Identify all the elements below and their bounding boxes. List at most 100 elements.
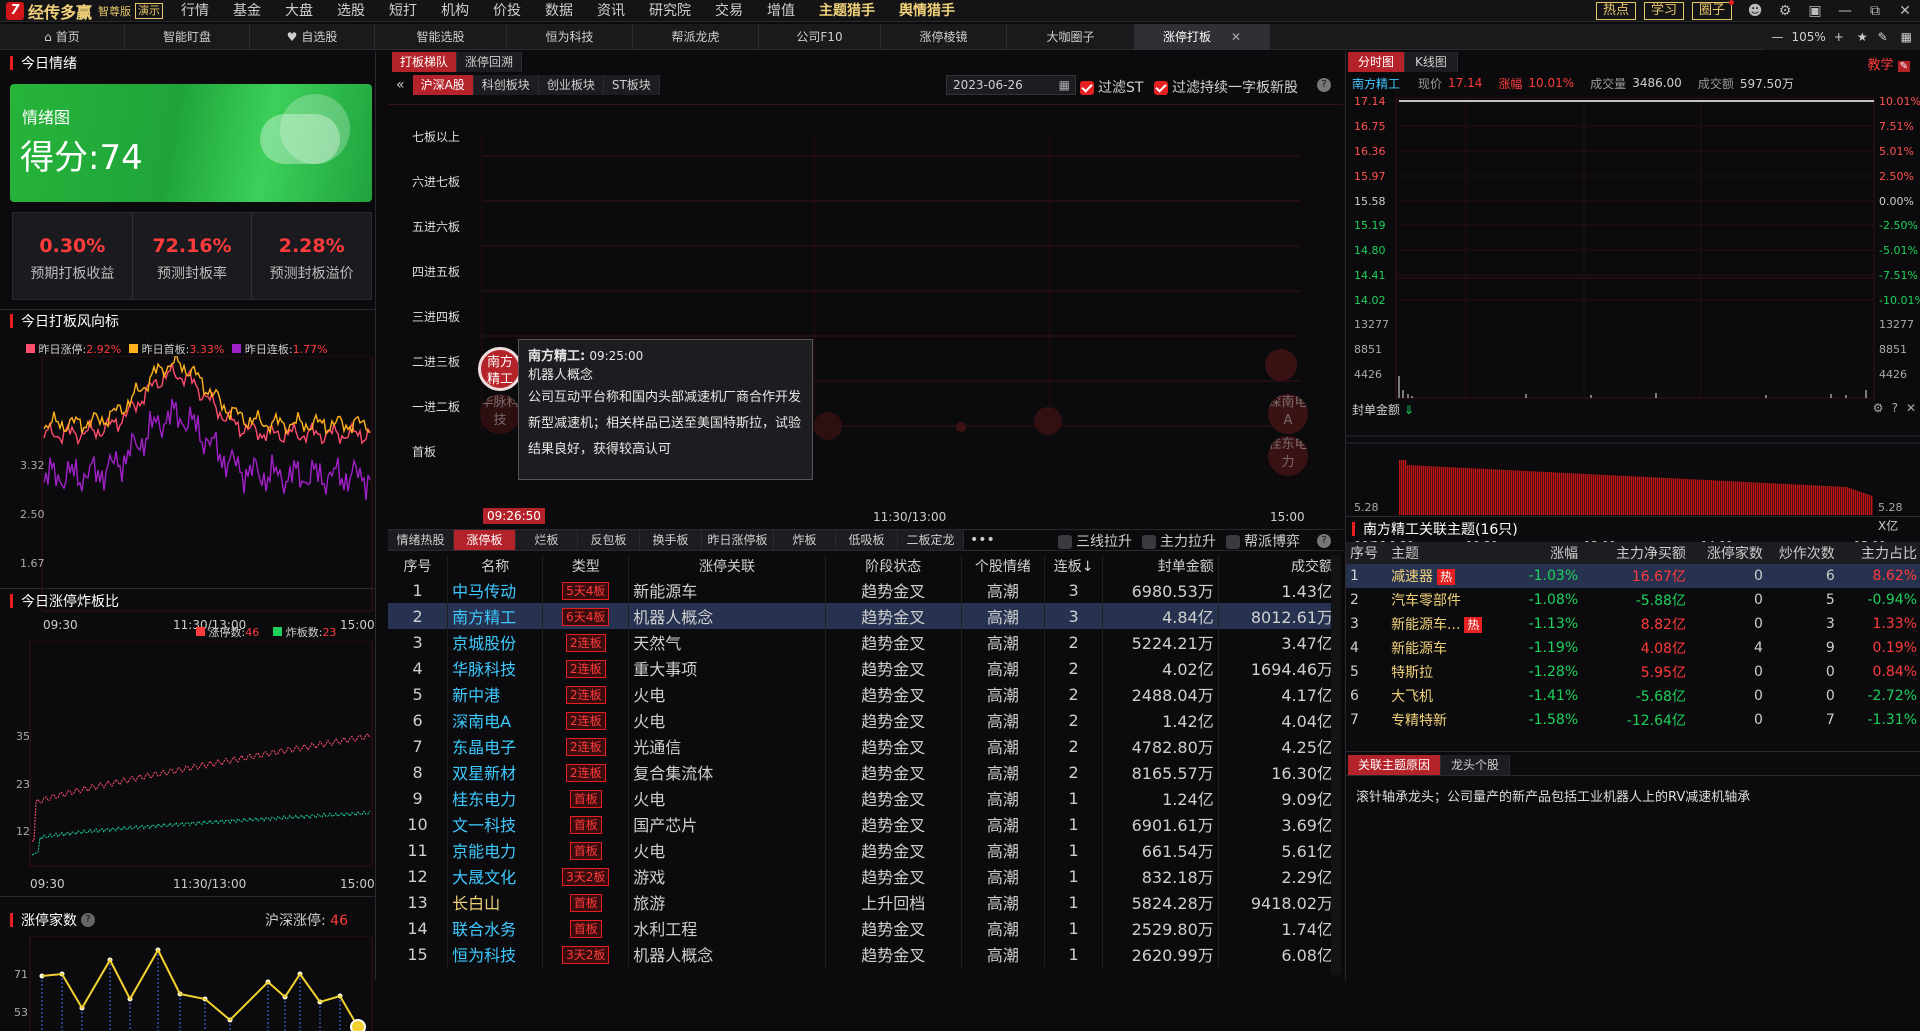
gear-icon[interactable]: ⚙	[1873, 401, 1884, 415]
menu-item[interactable]: 大盘	[273, 0, 325, 22]
tab-theme-reason[interactable]: 关联主题原因	[1348, 755, 1442, 775]
circle-button[interactable]: 圈子	[1691, 0, 1734, 20]
theme-row[interactable]: 7 专精特新 -1.58% -12.64亿 0 7 -1.31%	[1346, 708, 1920, 732]
nav-tab[interactable]: ⌂ 首页	[0, 24, 125, 50]
table-header[interactable]: 成交额	[1218, 555, 1339, 577]
menu-item[interactable]: 舆情猎手	[887, 0, 967, 22]
table-header[interactable]: 涨停关联	[628, 555, 826, 577]
market-tab-hs[interactable]: 沪深A股	[412, 75, 474, 95]
table-row[interactable]: 6 深南电A 2连板 火电 趋势金叉 高潮 2 1.42亿 4.04亿	[388, 707, 1339, 733]
tab-intraday[interactable]: 分时图	[1348, 52, 1406, 72]
list-filter-checkbox[interactable]: 主力拉升	[1142, 531, 1216, 551]
help-icon[interactable]: ?	[81, 913, 95, 927]
ladder-bubble-nanfang[interactable]: 南方精工	[478, 347, 522, 391]
menu-item[interactable]: 选股	[325, 0, 377, 22]
list-tab[interactable]: 昨日涨停板	[702, 530, 774, 550]
window-layout-icon[interactable]: ▣	[1800, 3, 1830, 19]
list-tab[interactable]: 烂板	[516, 530, 578, 550]
table-row[interactable]: 1 中马传动 5天4板 新能源车 趋势金叉 高潮 3 6980.53万 1.43亿	[388, 577, 1339, 603]
tab-leader-stock[interactable]: 龙头个股	[1441, 755, 1511, 775]
menu-item[interactable]: 价投	[481, 0, 533, 22]
menu-item[interactable]: 资讯	[585, 0, 637, 22]
menu-item[interactable]: 数据	[533, 0, 585, 22]
theme-header[interactable]: 主力占比	[1839, 542, 1920, 564]
nav-tab[interactable]: 涨停打板 ✕	[1135, 24, 1270, 50]
nav-tab[interactable]: 涨停棱镜	[881, 24, 1007, 50]
theme-row[interactable]: 5 特斯拉 -1.28% 5.95亿 0 0 0.84%	[1346, 660, 1920, 684]
theme-row[interactable]: 6 大飞机 -1.41% -5.68亿 0 0 -2.72%	[1346, 684, 1920, 708]
menu-item[interactable]: 主题猎手	[807, 0, 887, 22]
nav-tab[interactable]: 大咖圈子	[1007, 24, 1135, 50]
help-icon[interactable]: ?	[1317, 534, 1331, 548]
list-tab[interactable]: 反包板	[578, 530, 640, 550]
table-row[interactable]: 13 长白山 首板 旅游 上升回档 高潮 1 5824.28万 9418.02万	[388, 889, 1339, 915]
help-icon[interactable]: ?	[1892, 401, 1898, 415]
star-icon[interactable]: ★	[1852, 30, 1873, 44]
list-tab[interactable]: 低吸板	[836, 530, 898, 550]
table-scrollbar[interactable]	[1331, 555, 1341, 975]
list-filter-checkbox[interactable]: 帮派博弈	[1226, 531, 1300, 551]
restore-icon[interactable]: ⧉	[1860, 3, 1890, 19]
menu-item[interactable]: 短打	[377, 0, 429, 22]
theme-row[interactable]: 1 减速器热 -1.03% 16.67亿 0 6 8.62%	[1346, 564, 1920, 588]
hot-button[interactable]: 热点	[1595, 2, 1636, 20]
close-tab-icon[interactable]: ✕	[1231, 30, 1241, 44]
market-tab-cyb[interactable]: 创业板块	[538, 75, 604, 95]
list-tab[interactable]: 换手板	[640, 530, 702, 550]
edit-icon[interactable]: ✎	[1873, 30, 1893, 44]
nav-tab[interactable]: ♥ 自选股	[250, 24, 375, 50]
list-filter-checkbox[interactable]: 三线拉升	[1058, 531, 1132, 551]
ladder-bubble-guidong[interactable]: 桂东电力	[1268, 436, 1308, 476]
ladder-bubble-shennan[interactable]: 深南电A	[1268, 394, 1308, 434]
menu-item[interactable]: 机构	[429, 0, 481, 22]
table-row[interactable]: 8 双星新材 2连板 复合集流体 趋势金叉 高潮 2 8165.57万 16.30亿	[388, 759, 1339, 785]
menu-item[interactable]: 增值	[755, 0, 807, 22]
nav-tab[interactable]: 智能盯盘	[125, 24, 250, 50]
close-icon[interactable]: ✕	[1906, 401, 1916, 415]
filter-yizi-checkbox[interactable]: 过滤持续一字板新股	[1154, 77, 1298, 97]
learn-button[interactable]: 学习	[1643, 2, 1684, 20]
nav-tab[interactable]: 智能选股	[375, 24, 507, 50]
table-header[interactable]: 个股情绪	[961, 555, 1046, 577]
theme-header[interactable]: 涨停家数	[1690, 542, 1767, 564]
table-header[interactable]: 连板↓	[1044, 555, 1104, 577]
gear-icon[interactable]: ⚙	[1770, 3, 1800, 19]
theme-row[interactable]: 4 新能源车 -1.19% 4.08亿 4 9 0.19%	[1346, 636, 1920, 660]
table-header[interactable]: 封单金额	[1102, 555, 1219, 577]
close-window-icon[interactable]: ✕	[1890, 3, 1920, 19]
nav-tab[interactable]: 恒为科技	[507, 24, 633, 50]
tab-limit-review[interactable]: 涨停回溯	[457, 52, 523, 72]
date-picker[interactable]: 2023-06-26 ▦	[946, 75, 1076, 95]
demo-badge[interactable]: 演示	[135, 2, 164, 19]
table-header[interactable]: 阶段状态	[825, 555, 962, 577]
table-row[interactable]: 7 东晶电子 2连板 光通信 趋势金叉 高潮 2 4782.80万 4.25亿	[388, 733, 1339, 759]
minimize-icon[interactable]: —	[1830, 3, 1860, 19]
teach-link[interactable]: 教学 ✎	[1867, 54, 1910, 73]
ladder-bubble-huamai[interactable]: 华脉科技	[480, 394, 520, 434]
table-header[interactable]: 序号	[388, 555, 449, 577]
collapse-icon[interactable]: «	[396, 77, 405, 93]
menu-item[interactable]: 研究院	[637, 0, 703, 22]
user-icon[interactable]: ☻	[1740, 3, 1770, 19]
table-header[interactable]: 类型	[542, 555, 630, 577]
menu-item[interactable]: 基金	[221, 0, 273, 22]
theme-row[interactable]: 3 新能源车... 热 -1.13% 8.82亿 0 3 1.33%	[1346, 612, 1920, 636]
table-row[interactable]: 12 大晟文化 3天2板 游戏 趋势金叉 高潮 1 832.18万 2.29亿	[388, 863, 1339, 889]
list-tab[interactable]: 炸板	[774, 530, 836, 550]
table-row[interactable]: 5 新中港 2连板 火电 趋势金叉 高潮 2 2488.04万 4.17亿	[388, 681, 1339, 707]
table-row[interactable]: 10 文一科技 首板 国产芯片 趋势金叉 高潮 1 6901.61万 3.69亿	[388, 811, 1339, 837]
market-tab-kcb[interactable]: 科创板块	[473, 75, 539, 95]
zoom-out-icon[interactable]: —	[1763, 30, 1791, 44]
menu-item[interactable]: 行情	[169, 0, 221, 22]
grid-icon[interactable]: ▦	[1893, 30, 1920, 44]
theme-header[interactable]: 主题	[1387, 542, 1520, 564]
help-icon[interactable]: ?	[1317, 78, 1331, 92]
theme-header[interactable]: 炒作次数	[1767, 542, 1839, 564]
theme-header[interactable]: 涨幅	[1521, 542, 1583, 564]
table-row[interactable]: 4 华脉科技 2连板 重大事项 趋势金叉 高潮 2 4.02亿 1694.46万	[388, 655, 1339, 681]
list-tab[interactable]: 情绪热股	[388, 530, 454, 550]
nav-tab[interactable]: 帮派龙虎	[633, 24, 759, 50]
table-row[interactable]: 14 联合水务 首板 水利工程 趋势金叉 高潮 1 2529.80万 1.74亿	[388, 915, 1339, 941]
theme-header[interactable]: 主力净买额	[1582, 542, 1690, 564]
zoom-in-icon[interactable]: +	[1826, 30, 1852, 44]
